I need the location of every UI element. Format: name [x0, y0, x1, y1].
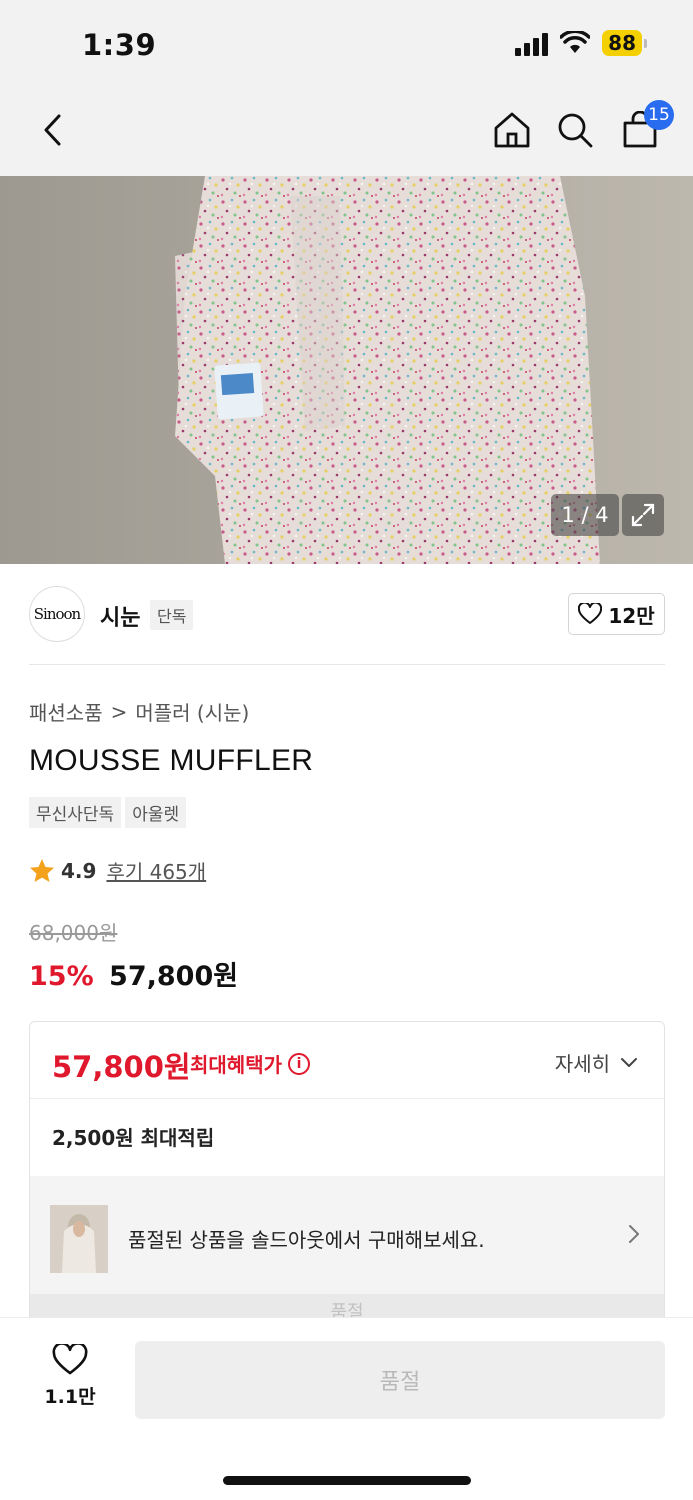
max-benefit-label-text: 최대혜택가: [190, 1053, 282, 1077]
battery-icon: 88: [602, 30, 647, 56]
cart-count-badge: 15: [644, 100, 674, 130]
product-title: MOUSSE MUFFLER: [29, 744, 314, 777]
original-price: 68,000원: [29, 921, 118, 945]
chevron-down-icon: [621, 1057, 637, 1067]
sale-price: 57,800원: [109, 961, 239, 992]
benefit-detail-toggle[interactable]: 자세히: [555, 1048, 638, 1077]
heart-icon: [52, 1344, 88, 1375]
review-link[interactable]: 후기 465개: [106, 856, 206, 885]
status-time: 1:39: [82, 28, 157, 62]
product-tags: 무신사단독 아울렛: [29, 797, 187, 828]
back-button[interactable]: [30, 108, 74, 152]
heart-icon: [578, 603, 603, 624]
product-like-count: 1.1만: [44, 1386, 96, 1408]
soldout-chevron: [628, 1224, 640, 1248]
brand-name[interactable]: 시눈: [100, 600, 140, 632]
cart-button[interactable]: 15: [618, 100, 674, 152]
nav-bar: 15: [0, 88, 693, 176]
battery-level: 88: [602, 30, 642, 56]
expand-image-button[interactable]: [622, 494, 664, 536]
wifi-icon: [560, 31, 591, 53]
max-points: 2,500원 최대적립: [52, 1126, 215, 1150]
divider: [29, 664, 665, 665]
home-button[interactable]: [490, 108, 534, 152]
soldout-banner[interactable]: 품절된 상품을 솔드아웃에서 구매해보세요.: [30, 1176, 664, 1294]
home-indicator: [223, 1476, 471, 1485]
image-counter: 1 / 4: [551, 494, 619, 536]
sale-price-row: 15% 57,800원: [29, 954, 238, 993]
brand-row: Sinoon 시눈 단독 12만: [29, 586, 665, 642]
breadcrumb-separator: >: [110, 699, 128, 724]
chevron-left-icon: [44, 114, 61, 146]
chevron-right-icon: [629, 1225, 639, 1243]
max-benefit-price: 57,800원: [52, 1050, 191, 1084]
brand-like-button[interactable]: 12만: [568, 593, 665, 635]
search-icon: [558, 113, 593, 148]
rating: 4.9 후기 465개: [29, 856, 206, 885]
breadcrumb: 패션소품 > 머플러 (시눈): [29, 697, 249, 726]
tag-musinsa-exclusive: 무신사단독: [29, 797, 122, 828]
star-icon: [30, 858, 54, 882]
signal-icon: [515, 30, 549, 56]
status-bar: 1:39 88: [0, 0, 693, 88]
max-benefit-row[interactable]: 57,800원 최대혜택가 i 자세히: [30, 1022, 664, 1099]
discount-rate: 15%: [29, 961, 94, 992]
breadcrumb-category[interactable]: 패션소품: [29, 697, 103, 726]
brand-exclusive-tag: 단독: [150, 600, 194, 630]
search-button[interactable]: [553, 108, 597, 152]
expand-icon: [631, 503, 655, 527]
brand-logo[interactable]: Sinoon: [29, 586, 85, 642]
tag-outlet: 아울렛: [125, 797, 187, 828]
home-icon: [494, 112, 530, 148]
status-icons: 88: [515, 30, 647, 56]
info-icon[interactable]: i: [288, 1052, 310, 1075]
benefit-detail-label: 자세히: [554, 1052, 610, 1076]
soldout-message: 품절된 상품을 솔드아웃에서 구매해보세요.: [128, 1228, 485, 1252]
breadcrumb-subcategory[interactable]: 머플러 (시눈): [135, 697, 249, 726]
benefit-box: 57,800원 최대혜택가 i 자세히 2,500원 최대적립 품절된 상품을 …: [29, 1021, 665, 1341]
rating-score: 4.9: [61, 858, 97, 883]
product-like-button[interactable]: 1.1만: [40, 1344, 100, 1409]
buy-button[interactable]: 품절: [135, 1341, 665, 1419]
brand-like-count: 12만: [608, 603, 655, 628]
bottom-action-bar: 1.1만 품절: [0, 1317, 693, 1500]
soldout-thumbnail: [50, 1205, 108, 1273]
max-benefit-label: 최대혜택가 i: [190, 1049, 310, 1078]
